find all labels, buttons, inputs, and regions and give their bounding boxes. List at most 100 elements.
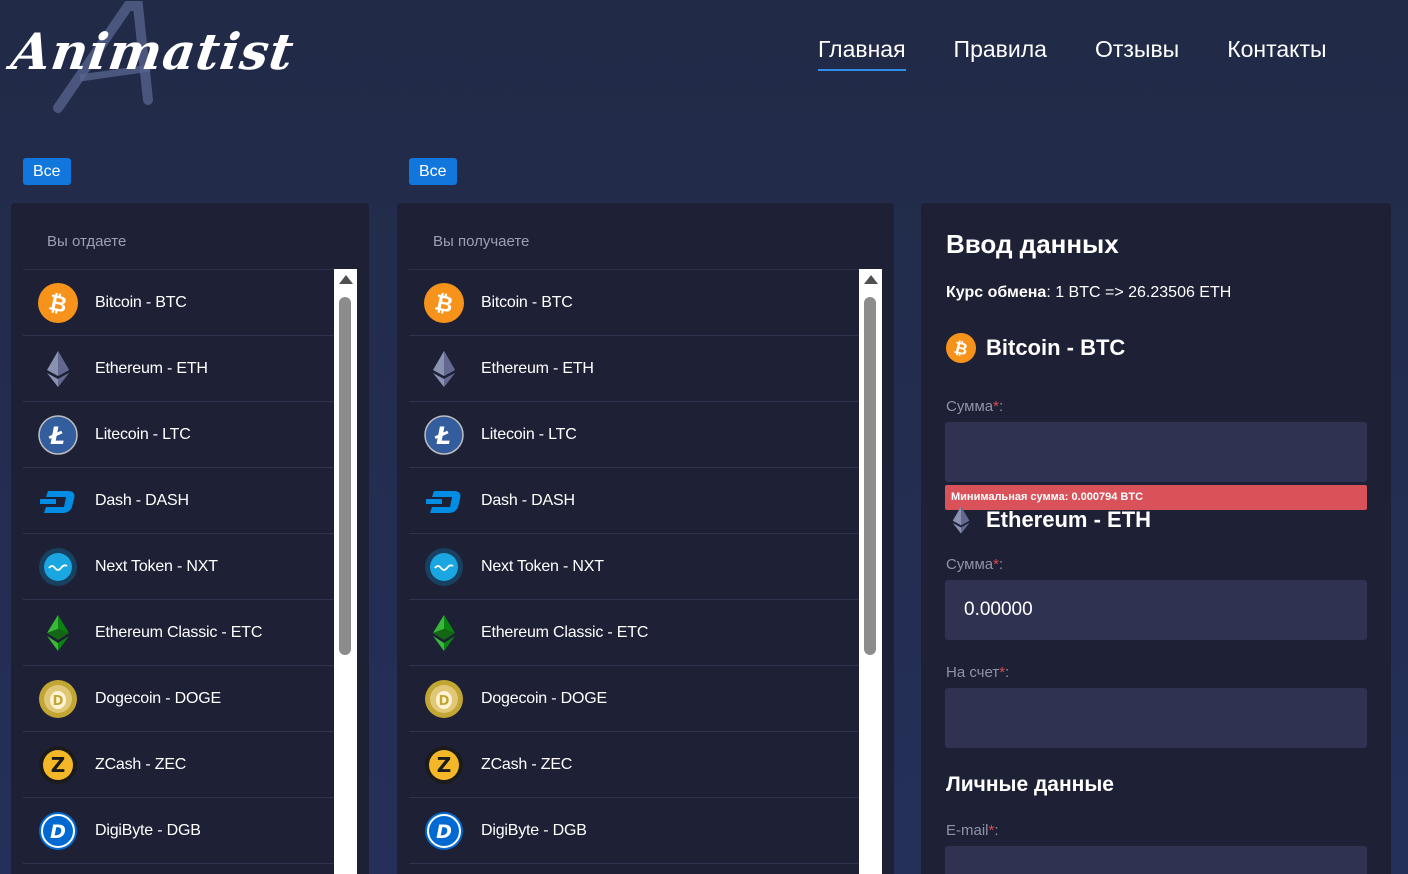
scroll-thumb[interactable] (339, 297, 351, 655)
currency-label: Ethereum - ETH (481, 359, 594, 377)
dogecoin-icon: D (424, 679, 464, 719)
site-logo[interactable]: Animatist (8, 0, 298, 115)
logo-text: Animatist (7, 22, 298, 81)
currency-label: Ethereum - ETH (95, 359, 208, 377)
svg-text:D: D (436, 821, 452, 843)
currency-label: DigiByte - DGB (481, 821, 587, 839)
litecoin-icon: Ł (38, 414, 78, 455)
scroll-thumb[interactable] (864, 297, 876, 655)
give-panel: Вы отдаете ₿ Bitcoin - BTC Ethereum - ETH Ł… (11, 203, 369, 874)
give-list-scrollbar[interactable] (334, 269, 357, 874)
currency-list-item[interactable]: Next Token - NXT (409, 534, 859, 600)
currency-list-item[interactable]: Ethereum Classic - ETC (409, 600, 859, 666)
give-currency-list: ₿ Bitcoin - BTC Ethereum - ETH Ł Litecoin - … (23, 269, 334, 874)
svg-text:Ł: Ł (48, 422, 65, 450)
zcash-icon: Z (424, 745, 464, 785)
currency-label: Litecoin - LTC (95, 425, 191, 443)
currency-label: ZCash - ZEC (95, 755, 187, 773)
svg-text:D: D (53, 694, 64, 709)
currency-label: Ethereum Classic - ETC (481, 623, 649, 641)
get-panel: Вы получаете ₿ Bitcoin - BTC Ethereum - ET… (397, 203, 894, 874)
form-title: Ввод данных (946, 229, 1119, 259)
bitcoin-icon: ₿ (424, 282, 464, 323)
currency-label: Dash - DASH (481, 491, 575, 509)
get-currency-list: ₿ Bitcoin - BTC Ethereum - ETH Ł Litecoin - … (409, 269, 859, 874)
currency-list-item[interactable]: ₿ Bitcoin - BTC (23, 270, 334, 336)
give-coin-name: Bitcoin - BTC (986, 335, 1126, 360)
give-coin-row: ₿ Bitcoin - BTC (946, 333, 1125, 363)
ethereum-icon (38, 349, 78, 389)
currency-list-item[interactable]: Z ZCash - ZEC (409, 732, 859, 798)
email-label: E-mail*: (946, 822, 999, 839)
svg-text:Ł: Ł (434, 422, 451, 450)
currency-list-item[interactable]: Ethereum - ETH (409, 336, 859, 402)
currency-list-item[interactable]: D DigiByte - DGB (409, 798, 859, 864)
ethereum-classic-icon (38, 613, 78, 653)
currency-label: Dogecoin - DOGE (481, 689, 607, 707)
litecoin-icon: Ł (424, 414, 464, 455)
currency-list-item[interactable]: D DigiByte - DGB (23, 798, 334, 864)
svg-text:Z: Z (437, 753, 452, 777)
dash-icon (424, 481, 464, 521)
rate-label: Курс обмена (946, 284, 1047, 301)
svg-text:D: D (439, 694, 450, 709)
currency-list-item[interactable]: ₿ Bitcoin - BTC (409, 270, 859, 336)
amount-get-label: Сумма*: (946, 556, 1004, 573)
get-filter-all-button[interactable]: Все (409, 158, 457, 185)
currency-list-item[interactable]: Dash - DASH (23, 468, 334, 534)
give-filter-all-button[interactable]: Все (23, 158, 71, 185)
get-panel-title: Вы получаете (433, 233, 530, 250)
digibyte-icon: D (38, 811, 78, 851)
give-panel-title: Вы отдаете (47, 233, 127, 250)
get-list-scrollbar[interactable] (859, 269, 882, 874)
email-input[interactable] (945, 846, 1367, 874)
nav-home[interactable]: Главная (818, 36, 906, 71)
bitcoin-icon: ₿ (946, 333, 976, 363)
currency-label: ZCash - ZEC (481, 755, 573, 773)
currency-label: DigiByte - DGB (95, 821, 201, 839)
currency-label: Ethereum Classic - ETC (95, 623, 263, 641)
dash-icon (38, 481, 78, 521)
currency-label: Litecoin - LTC (481, 425, 577, 443)
currency-list-item[interactable]: D Dogecoin - DOGE (23, 666, 334, 732)
ethereum-icon (946, 505, 976, 535)
currency-list-item[interactable]: Ethereum - ETH (23, 336, 334, 402)
account-label: На счет*: (946, 664, 1010, 681)
currency-list-item[interactable]: D Dogecoin - DOGE (409, 666, 859, 732)
amount-give-label: Сумма*: (946, 398, 1004, 415)
currency-list-item[interactable]: Ethereum Classic - ETC (23, 600, 334, 666)
nxt-icon (424, 547, 464, 587)
currency-list-item[interactable]: Z ZCash - ZEC (23, 732, 334, 798)
get-coin-row: Ethereum - ETH (946, 505, 1151, 535)
currency-label: Bitcoin - BTC (95, 293, 187, 311)
get-coin-name: Ethereum - ETH (986, 507, 1152, 532)
nav-rules[interactable]: Правила (954, 36, 1047, 71)
digibyte-icon: D (424, 811, 464, 851)
currency-label: Next Token - NXT (95, 557, 218, 575)
currency-label: Bitcoin - BTC (481, 293, 573, 311)
svg-text:D: D (50, 821, 66, 843)
amount-give-input[interactable] (945, 422, 1367, 482)
svg-text:Z: Z (51, 753, 66, 777)
nxt-icon (38, 547, 78, 587)
currency-label: Dogecoin - DOGE (95, 689, 221, 707)
account-input[interactable] (945, 688, 1367, 748)
exchange-form-panel: Ввод данных Курс обмена: 1 BTC => 26.235… (921, 203, 1391, 874)
main-nav: Главная Правила Отзывы Контакты (818, 36, 1327, 71)
rate-value: : 1 BTC => 26.23506 ETH (1046, 284, 1232, 301)
scroll-up-arrow-icon[interactable] (339, 275, 353, 284)
bitcoin-icon: ₿ (38, 282, 78, 323)
currency-list-item[interactable]: Dash - DASH (409, 468, 859, 534)
currency-list-item[interactable]: Next Token - NXT (23, 534, 334, 600)
currency-list-item[interactable]: Ł Litecoin - LTC (409, 402, 859, 468)
personal-data-title: Личные данные (946, 773, 1114, 796)
exchange-rate: Курс обмена: 1 BTC => 26.23506 ETH (946, 284, 1231, 302)
currency-list-item[interactable]: Ł Litecoin - LTC (23, 402, 334, 468)
currency-label: Next Token - NXT (481, 557, 604, 575)
currency-label: Dash - DASH (95, 491, 189, 509)
scroll-up-arrow-icon[interactable] (864, 275, 878, 284)
nav-reviews[interactable]: Отзывы (1095, 36, 1179, 71)
dogecoin-icon: D (38, 679, 78, 719)
nav-contacts[interactable]: Контакты (1227, 36, 1326, 71)
amount-get-input[interactable]: 0.00000 (945, 580, 1367, 640)
